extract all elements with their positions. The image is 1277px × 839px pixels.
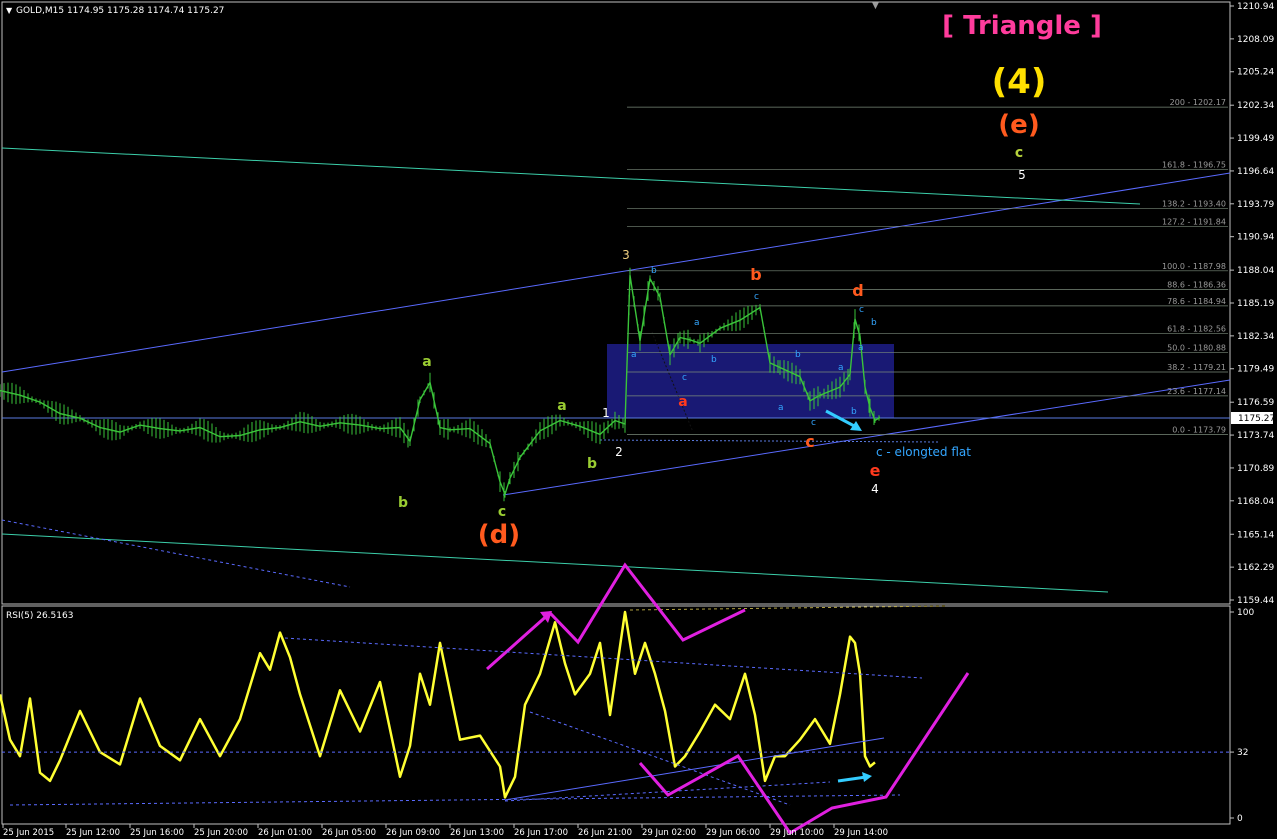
time-tick-label: 26 Jun 01:00 bbox=[258, 828, 312, 838]
price-tick-label: 1205.24 bbox=[1237, 68, 1274, 78]
fib-level-label: 138.2 - 1193.40 bbox=[1162, 199, 1226, 208]
subwave-label: a bbox=[778, 403, 784, 413]
wave-label: a bbox=[678, 394, 687, 410]
subwave-label: b bbox=[651, 266, 657, 276]
time-tick-label: 26 Jun 17:00 bbox=[514, 828, 568, 838]
wave-label: [ Triangle ] bbox=[942, 11, 1102, 41]
wave-label: c bbox=[498, 504, 506, 520]
wave-label: 3 bbox=[622, 248, 630, 262]
price-tick-label: 1190.94 bbox=[1237, 233, 1274, 243]
fib-level-label: 100.0 - 1187.98 bbox=[1162, 262, 1226, 271]
subwave-label: b bbox=[851, 407, 857, 417]
price-tick-label: 1176.59 bbox=[1237, 398, 1274, 408]
wave-label: b bbox=[398, 495, 408, 511]
subwave-label: b bbox=[795, 350, 801, 360]
wave-label: a bbox=[557, 398, 566, 414]
price-tick-label: 1185.19 bbox=[1237, 299, 1274, 309]
wave-label: 5 bbox=[1018, 168, 1026, 182]
price-tick-label: 1173.74 bbox=[1237, 431, 1274, 441]
rsi-title: RSI(5) 26.5163 bbox=[6, 611, 73, 621]
subwave-label: b bbox=[871, 318, 877, 328]
subwave-label: a bbox=[838, 363, 844, 373]
fib-level-label: 200 - 1202.17 bbox=[1170, 98, 1226, 107]
time-tick-label: 25 Jun 16:00 bbox=[130, 828, 184, 838]
chart-canvas: 200 - 1202.17 161.8 - 1196.75 138.2 - 1193… bbox=[0, 0, 1277, 839]
price-tick-label: 1188.04 bbox=[1237, 266, 1274, 276]
wave-label: c - elongted flat bbox=[876, 445, 971, 459]
price-tick-label: 1199.49 bbox=[1237, 134, 1274, 144]
fib-level-label: 161.8 - 1196.75 bbox=[1162, 161, 1226, 170]
subwave-label: c bbox=[682, 373, 687, 383]
chart-title: GOLD,M15 1174.95 1175.28 1174.74 1175.27 bbox=[16, 6, 224, 16]
time-tick-label: 29 Jun 06:00 bbox=[706, 828, 760, 838]
price-tick-label: 1210.94 bbox=[1237, 2, 1274, 12]
subwave-label: a bbox=[631, 350, 637, 360]
subwave-label: b bbox=[711, 355, 717, 365]
wave-label: c bbox=[1015, 145, 1023, 161]
fib-level-label: 127.2 - 1191.84 bbox=[1162, 217, 1226, 226]
rsi-tick-label: 0 bbox=[1237, 814, 1243, 824]
wave-label: e bbox=[870, 461, 881, 480]
fib-level-label: 23.6 - 1177.14 bbox=[1167, 387, 1226, 396]
wave-label: 4 bbox=[871, 482, 879, 496]
price-tick-label: 1202.34 bbox=[1237, 101, 1274, 111]
time-tick-label: 29 Jun 14:00 bbox=[834, 828, 888, 838]
chart-title-arrow: ▼ bbox=[6, 6, 13, 15]
wave-label: b bbox=[750, 265, 761, 284]
fib-level-label: 88.6 - 1186.36 bbox=[1167, 281, 1226, 290]
fib-level-label: 50.0 - 1180.88 bbox=[1167, 344, 1226, 353]
wave-label: (4) bbox=[992, 62, 1047, 102]
price-tick-label: 1162.29 bbox=[1237, 563, 1274, 573]
wave-label: d bbox=[852, 281, 863, 300]
subwave-label: c bbox=[754, 292, 759, 302]
price-tick-label: 1208.09 bbox=[1237, 35, 1274, 45]
price-tick-label: 1193.79 bbox=[1237, 200, 1274, 210]
subwave-label: c bbox=[859, 305, 864, 315]
price-tick-label: 1170.89 bbox=[1237, 464, 1274, 474]
price-tick-label: 1179.49 bbox=[1237, 365, 1274, 375]
time-tick-label: 25 Jun 2015 bbox=[3, 828, 54, 838]
subwave-label: a bbox=[858, 343, 864, 353]
price-tick-label: 1168.04 bbox=[1237, 497, 1274, 507]
fib-level-label: 78.6 - 1184.94 bbox=[1167, 297, 1226, 306]
price-tick-label: 1182.34 bbox=[1237, 332, 1274, 342]
wave-label: c bbox=[805, 432, 814, 451]
time-tick-label: 29 Jun 10:00 bbox=[770, 828, 824, 838]
wave-label: 2 bbox=[615, 445, 623, 459]
time-tick-label: 29 Jun 02:00 bbox=[642, 828, 696, 838]
time-tick-label: 25 Jun 12:00 bbox=[66, 828, 120, 838]
time-tick-label: 26 Jun 21:00 bbox=[578, 828, 632, 838]
subwave-label: c bbox=[811, 418, 816, 428]
fib-level-label: 61.8 - 1182.56 bbox=[1167, 324, 1226, 333]
wave-label: b bbox=[587, 456, 597, 472]
scroll-shift-icon[interactable]: ▼ bbox=[872, 1, 879, 11]
wave-label: (e) bbox=[998, 110, 1039, 140]
wave-label: (d) bbox=[478, 520, 520, 550]
price-tick-label: 1159.44 bbox=[1237, 596, 1274, 606]
rsi-tick-label: 100 bbox=[1237, 608, 1254, 618]
wave-label: 1 bbox=[602, 406, 610, 420]
price-tick-label: 1165.14 bbox=[1237, 530, 1274, 540]
time-tick-label: 26 Jun 09:00 bbox=[386, 828, 440, 838]
subwave-label: a bbox=[694, 318, 700, 328]
time-tick-label: 25 Jun 20:00 bbox=[194, 828, 248, 838]
chart-background bbox=[0, 0, 1277, 839]
current-price-label: 1175.27 bbox=[1238, 414, 1275, 424]
price-tick-label: 1196.64 bbox=[1237, 167, 1274, 177]
fib-level-label: 38.2 - 1179.21 bbox=[1167, 363, 1226, 372]
wave-label: a bbox=[422, 354, 431, 370]
time-tick-label: 26 Jun 13:00 bbox=[450, 828, 504, 838]
rsi-tick-label: 32 bbox=[1237, 748, 1248, 758]
fib-level-label: 0.0 - 1173.79 bbox=[1172, 425, 1226, 434]
time-tick-label: 26 Jun 05:00 bbox=[322, 828, 376, 838]
